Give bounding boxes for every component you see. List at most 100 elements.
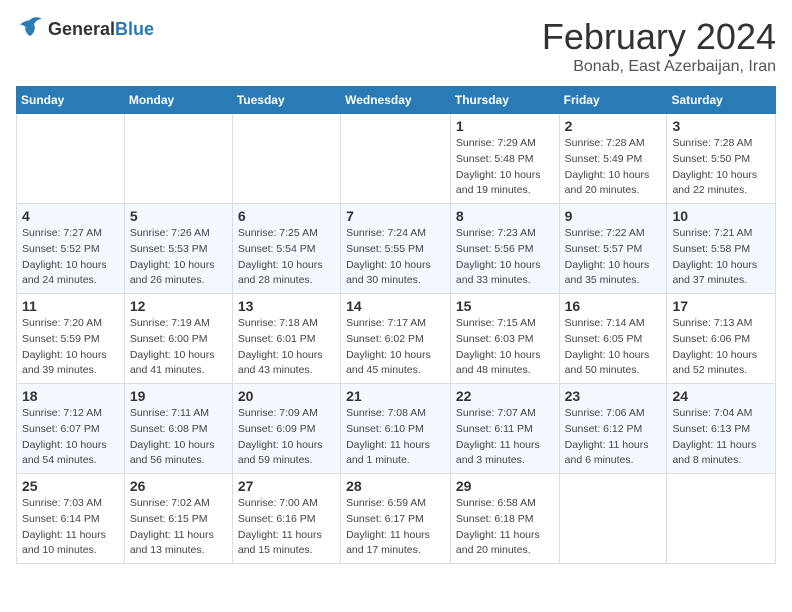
calendar-cell: 9Sunrise: 7:22 AMSunset: 5:57 PMDaylight…: [559, 204, 667, 294]
day-number: 28: [346, 478, 445, 494]
day-info: Sunrise: 7:19 AMSunset: 6:00 PMDaylight:…: [130, 316, 227, 379]
calendar-cell: [124, 114, 232, 204]
day-info: Sunrise: 6:59 AMSunset: 6:17 PMDaylight:…: [346, 496, 445, 559]
day-number: 18: [22, 388, 119, 404]
day-info: Sunrise: 7:09 AMSunset: 6:09 PMDaylight:…: [238, 406, 335, 469]
calendar-cell: 20 Sunrise: 7:09 AMSunset: 6:09 PMDayligh…: [232, 384, 340, 474]
day-info: Sunrise: 7:29 AMSunset: 5:48 PMDaylight:…: [456, 136, 554, 199]
day-number: 13: [238, 298, 335, 314]
calendar-day-header: Thursday: [450, 87, 559, 114]
day-info: Sunrise: 7:04 AMSunset: 6:13 PMDaylight:…: [672, 406, 770, 469]
day-number: 9: [565, 208, 662, 224]
day-number: 12: [130, 298, 227, 314]
day-number: 20: [238, 388, 335, 404]
day-info: Sunrise: 7:28 AMSunset: 5:50 PMDaylight:…: [672, 136, 770, 199]
day-number: 6: [238, 208, 335, 224]
day-number: 10: [672, 208, 770, 224]
calendar-day-header: Sunday: [17, 87, 125, 114]
day-info: Sunrise: 7:25 AMSunset: 5:54 PMDaylight:…: [238, 226, 335, 289]
day-number: 16: [565, 298, 662, 314]
day-info: Sunrise: 7:07 AMSunset: 6:11 PMDaylight:…: [456, 406, 554, 469]
calendar-week-row: 18 Sunrise: 7:12 AMSunset: 6:07 PMDayligh…: [17, 384, 776, 474]
calendar-day-header: Friday: [559, 87, 667, 114]
day-info: Sunrise: 7:23 AMSunset: 5:56 PMDaylight:…: [456, 226, 554, 289]
calendar-cell: 19Sunrise: 7:11 AMSunset: 6:08 PMDayligh…: [124, 384, 232, 474]
day-number: 4: [22, 208, 119, 224]
title-area: February 2024 Bonab, East Azerbaijan, Ir…: [542, 16, 776, 76]
day-number: 24: [672, 388, 770, 404]
calendar-cell: [17, 114, 125, 204]
day-info: Sunrise: 7:02 AMSunset: 6:15 PMDaylight:…: [130, 496, 227, 559]
day-info: Sunrise: 7:26 AMSunset: 5:53 PMDaylight:…: [130, 226, 227, 289]
calendar-week-row: 4 Sunrise: 7:27 AMSunset: 5:52 PMDaylight…: [17, 204, 776, 294]
day-info: Sunrise: 7:21 AMSunset: 5:58 PMDaylight:…: [672, 226, 770, 289]
calendar-week-row: 1 Sunrise: 7:29 AMSunset: 5:48 PMDaylight…: [17, 114, 776, 204]
calendar-cell: 22 Sunrise: 7:07 AMSunset: 6:11 PMDayligh…: [450, 384, 559, 474]
day-number: 14: [346, 298, 445, 314]
day-number: 29: [456, 478, 554, 494]
day-number: 17: [672, 298, 770, 314]
calendar-cell: 13 Sunrise: 7:18 AMSunset: 6:01 PMDayligh…: [232, 294, 340, 384]
calendar-cell: 14 Sunrise: 7:17 AMSunset: 6:02 PMDayligh…: [341, 294, 451, 384]
calendar-cell: 3 Sunrise: 7:28 AMSunset: 5:50 PMDaylight…: [667, 114, 776, 204]
day-info: Sunrise: 7:06 AMSunset: 6:12 PMDaylight:…: [565, 406, 662, 469]
day-number: 11: [22, 298, 119, 314]
calendar-table: SundayMondayTuesdayWednesdayThursdayFrid…: [16, 86, 776, 564]
logo-text: GeneralBlue: [48, 19, 154, 40]
day-number: 2: [565, 118, 662, 134]
calendar-cell: 28 Sunrise: 6:59 AMSunset: 6:17 PMDayligh…: [341, 474, 451, 564]
calendar-cell: [559, 474, 667, 564]
calendar-day-header: Tuesday: [232, 87, 340, 114]
calendar-cell: 11Sunrise: 7:20 AMSunset: 5:59 PMDayligh…: [17, 294, 125, 384]
day-number: 27: [238, 478, 335, 494]
day-number: 23: [565, 388, 662, 404]
logo-icon: [16, 16, 44, 43]
calendar-week-row: 25 Sunrise: 7:03 AMSunset: 6:14 PMDayligh…: [17, 474, 776, 564]
day-info: Sunrise: 7:00 AMSunset: 6:16 PMDaylight:…: [238, 496, 335, 559]
logo-blue: Blue: [115, 19, 154, 39]
day-info: Sunrise: 7:03 AMSunset: 6:14 PMDaylight:…: [22, 496, 119, 559]
day-number: 5: [130, 208, 227, 224]
day-info: Sunrise: 7:28 AMSunset: 5:49 PMDaylight:…: [565, 136, 662, 199]
day-number: 3: [672, 118, 770, 134]
calendar-day-header: Monday: [124, 87, 232, 114]
calendar-cell: 5 Sunrise: 7:26 AMSunset: 5:53 PMDaylight…: [124, 204, 232, 294]
day-info: Sunrise: 7:12 AMSunset: 6:07 PMDaylight:…: [22, 406, 119, 469]
day-info: Sunrise: 6:58 AMSunset: 6:18 PMDaylight:…: [456, 496, 554, 559]
calendar-cell: 1 Sunrise: 7:29 AMSunset: 5:48 PMDaylight…: [450, 114, 559, 204]
calendar-cell: 27 Sunrise: 7:00 AMSunset: 6:16 PMDayligh…: [232, 474, 340, 564]
logo-general: General: [48, 19, 115, 39]
day-info: Sunrise: 7:18 AMSunset: 6:01 PMDaylight:…: [238, 316, 335, 379]
calendar-cell: 4 Sunrise: 7:27 AMSunset: 5:52 PMDaylight…: [17, 204, 125, 294]
calendar-cell: 26 Sunrise: 7:02 AMSunset: 6:15 PMDayligh…: [124, 474, 232, 564]
calendar-cell: 23 Sunrise: 7:06 AMSunset: 6:12 PMDayligh…: [559, 384, 667, 474]
calendar-cell: 25 Sunrise: 7:03 AMSunset: 6:14 PMDayligh…: [17, 474, 125, 564]
day-info: Sunrise: 7:15 AMSunset: 6:03 PMDaylight:…: [456, 316, 554, 379]
calendar-cell: 16Sunrise: 7:14 AMSunset: 6:05 PMDayligh…: [559, 294, 667, 384]
header: GeneralBlue February 2024 Bonab, East Az…: [16, 16, 776, 76]
day-info: Sunrise: 7:27 AMSunset: 5:52 PMDaylight:…: [22, 226, 119, 289]
day-number: 26: [130, 478, 227, 494]
calendar-cell: 8 Sunrise: 7:23 AMSunset: 5:56 PMDaylight…: [450, 204, 559, 294]
calendar-cell: 12 Sunrise: 7:19 AMSunset: 6:00 PMDayligh…: [124, 294, 232, 384]
day-number: 15: [456, 298, 554, 314]
day-info: Sunrise: 7:17 AMSunset: 6:02 PMDaylight:…: [346, 316, 445, 379]
calendar-cell: 10 Sunrise: 7:21 AMSunset: 5:58 PMDayligh…: [667, 204, 776, 294]
day-number: 1: [456, 118, 554, 134]
calendar-cell: [232, 114, 340, 204]
day-number: 21: [346, 388, 445, 404]
day-number: 8: [456, 208, 554, 224]
calendar-day-header: Wednesday: [341, 87, 451, 114]
calendar-day-header: Saturday: [667, 87, 776, 114]
day-info: Sunrise: 7:08 AMSunset: 6:10 PMDaylight:…: [346, 406, 445, 469]
calendar-cell: 24 Sunrise: 7:04 AMSunset: 6:13 PMDayligh…: [667, 384, 776, 474]
day-number: 22: [456, 388, 554, 404]
calendar-cell: [341, 114, 451, 204]
calendar-cell: 18 Sunrise: 7:12 AMSunset: 6:07 PMDayligh…: [17, 384, 125, 474]
calendar-cell: 6 Sunrise: 7:25 AMSunset: 5:54 PMDaylight…: [232, 204, 340, 294]
calendar-cell: 29 Sunrise: 6:58 AMSunset: 6:18 PMDayligh…: [450, 474, 559, 564]
page-subtitle: Bonab, East Azerbaijan, Iran: [542, 58, 776, 76]
day-number: 25: [22, 478, 119, 494]
day-info: Sunrise: 7:24 AMSunset: 5:55 PMDaylight:…: [346, 226, 445, 289]
logo: GeneralBlue: [16, 16, 154, 43]
